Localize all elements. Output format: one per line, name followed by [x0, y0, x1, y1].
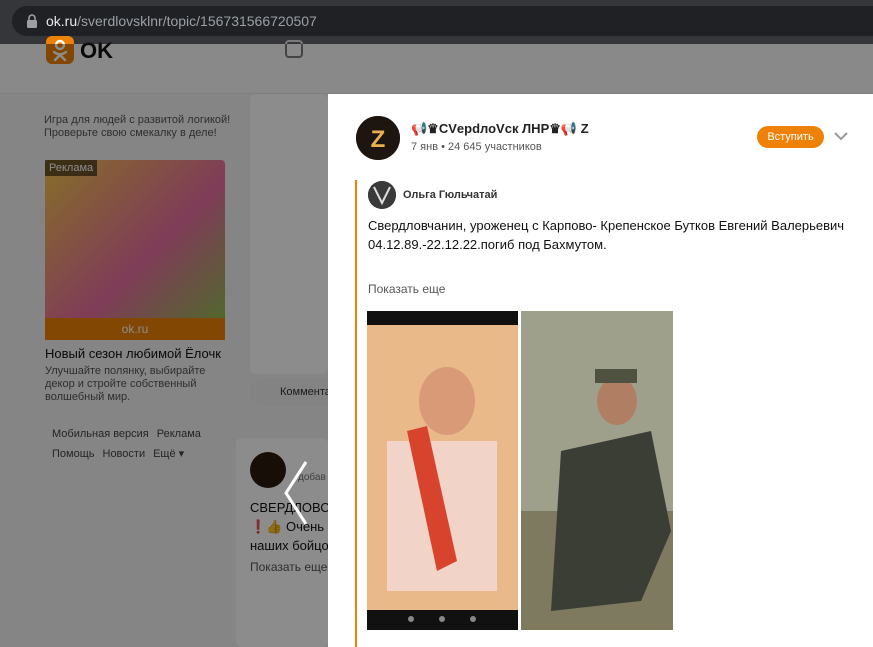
join-button[interactable]: Вступить	[757, 126, 824, 148]
group-name[interactable]: 📢♛CVерdлоVск ЛНР♛📢 Z	[411, 121, 589, 137]
post-photo[interactable]	[367, 311, 518, 630]
browser-toolbar: ok.ru/sverdlovsklnr/topic/15673156672050…	[0, 0, 873, 44]
author-name[interactable]: Ольга Гюльчатай	[403, 189, 497, 201]
lock-icon[interactable]	[26, 14, 38, 28]
group-meta: 7 янв • 24 645 участников	[411, 141, 542, 153]
topic-modal: Z 📢♛CVерdлоVск ЛНР♛📢 Z 7 янв • 24 645 уч…	[328, 94, 873, 647]
chevron-left-icon[interactable]	[280, 458, 310, 528]
show-more-link[interactable]: Показать еще	[368, 282, 445, 296]
svg-text:Z: Z	[371, 126, 386, 153]
url-text[interactable]: ok.ru/sverdlovsklnr/topic/15673156672050…	[46, 13, 317, 29]
post-text: Свердловчанин, уроженец с Карпово- Крепе…	[368, 218, 845, 252]
post-photo[interactable]	[521, 311, 673, 630]
group-avatar[interactable]: Z	[356, 116, 400, 160]
address-bar[interactable]: ok.ru/sverdlovsklnr/topic/15673156672050…	[12, 6, 873, 36]
author-avatar[interactable]	[368, 181, 396, 209]
repost-accent-line	[355, 180, 357, 647]
chevron-down-icon[interactable]	[833, 130, 849, 142]
